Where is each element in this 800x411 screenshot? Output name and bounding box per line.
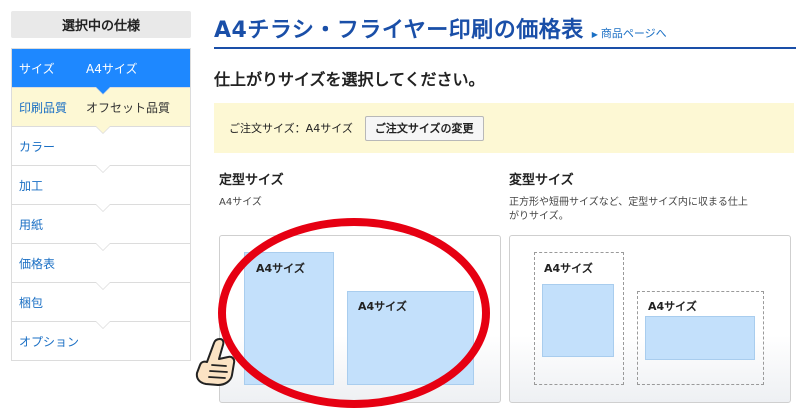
sidebar-item-label: 梱包 xyxy=(19,295,44,310)
page-title: A4チラシ・フライヤー印刷の価格表 xyxy=(214,18,584,43)
product-link-label: 商品ページへ xyxy=(600,27,667,40)
step-arrow-icon xyxy=(96,243,110,250)
step-arrow-icon xyxy=(96,204,110,211)
custom-size-desc-line: 正方形や短冊サイズなど、定型サイズ内に収まる仕上 xyxy=(509,197,748,208)
title-row: A4チラシ・フライヤー印刷の価格表 ▶ 商品ページへ xyxy=(214,12,667,44)
title-divider xyxy=(214,47,796,49)
step-arrow-icon xyxy=(96,282,110,289)
custom-size-desc: 正方形や短冊サイズなど、定型サイズ内に収まる仕上 がりサイズ。 xyxy=(509,196,791,224)
sidebar-item-value: オフセット品質 xyxy=(86,100,171,115)
order-size-label: ご注文サイズ：A4サイズ xyxy=(229,122,353,135)
step-arrow-icon xyxy=(96,165,110,172)
sidebar-item-size[interactable]: サイズ A4サイズ xyxy=(12,48,190,95)
change-size-button[interactable]: ご注文サイズの変更 xyxy=(364,115,484,141)
spec-step-list: サイズ A4サイズ 印刷品質 オフセット品質 カラー 加工 用紙 価格表 梱包 xyxy=(11,48,191,361)
section-subtitle: 仕上がりサイズを選択してください。 xyxy=(214,70,485,89)
custom-size-desc-line: がりサイズ。 xyxy=(509,211,569,222)
sidebar-item-label: 印刷品質 xyxy=(19,100,68,115)
custom-size-card[interactable]: A4サイズ A4サイズ xyxy=(509,235,791,403)
spec-sidebar: 選択中の仕様 サイズ A4サイズ 印刷品質 オフセット品質 カラー 加工 用紙 … xyxy=(11,11,191,361)
step-arrow-icon xyxy=(96,321,110,328)
order-size-bar: ご注文サイズ：A4サイズ ご注文サイズの変更 xyxy=(214,103,794,153)
product-page-link[interactable]: ▶ 商品ページへ xyxy=(592,25,667,41)
standard-size-title: 定型サイズ xyxy=(219,173,284,188)
sidebar-item-value: A4サイズ xyxy=(86,61,138,76)
sidebar-item-label: 用紙 xyxy=(19,217,44,232)
pointing-hand-icon xyxy=(195,338,236,386)
sidebar-item-label: 加工 xyxy=(19,178,44,193)
step-arrow-icon xyxy=(96,87,110,94)
standard-size-card[interactable]: A4サイズ A4サイズ xyxy=(219,235,501,403)
sheet-label: A4サイズ xyxy=(256,262,305,275)
sheet-label: A4サイズ xyxy=(648,300,697,313)
sidebar-item-label: カラー xyxy=(19,139,56,154)
custom-size-title: 変型サイズ xyxy=(509,173,574,188)
step-arrow-icon xyxy=(96,126,110,133)
standard-size-desc: A4サイズ xyxy=(219,197,262,208)
sheet-label: A4サイズ xyxy=(358,300,407,313)
sidebar-item-label: オプション xyxy=(19,334,80,349)
right-triangle-icon: ▶ xyxy=(591,30,598,39)
sidebar-header: 選択中の仕様 xyxy=(11,11,191,38)
custom-landscape-sheet xyxy=(645,316,755,360)
sidebar-item-label: 価格表 xyxy=(19,256,56,271)
custom-portrait-sheet xyxy=(542,284,614,357)
sidebar-item-label: サイズ xyxy=(19,61,55,76)
sheet-label: A4サイズ xyxy=(544,262,593,275)
